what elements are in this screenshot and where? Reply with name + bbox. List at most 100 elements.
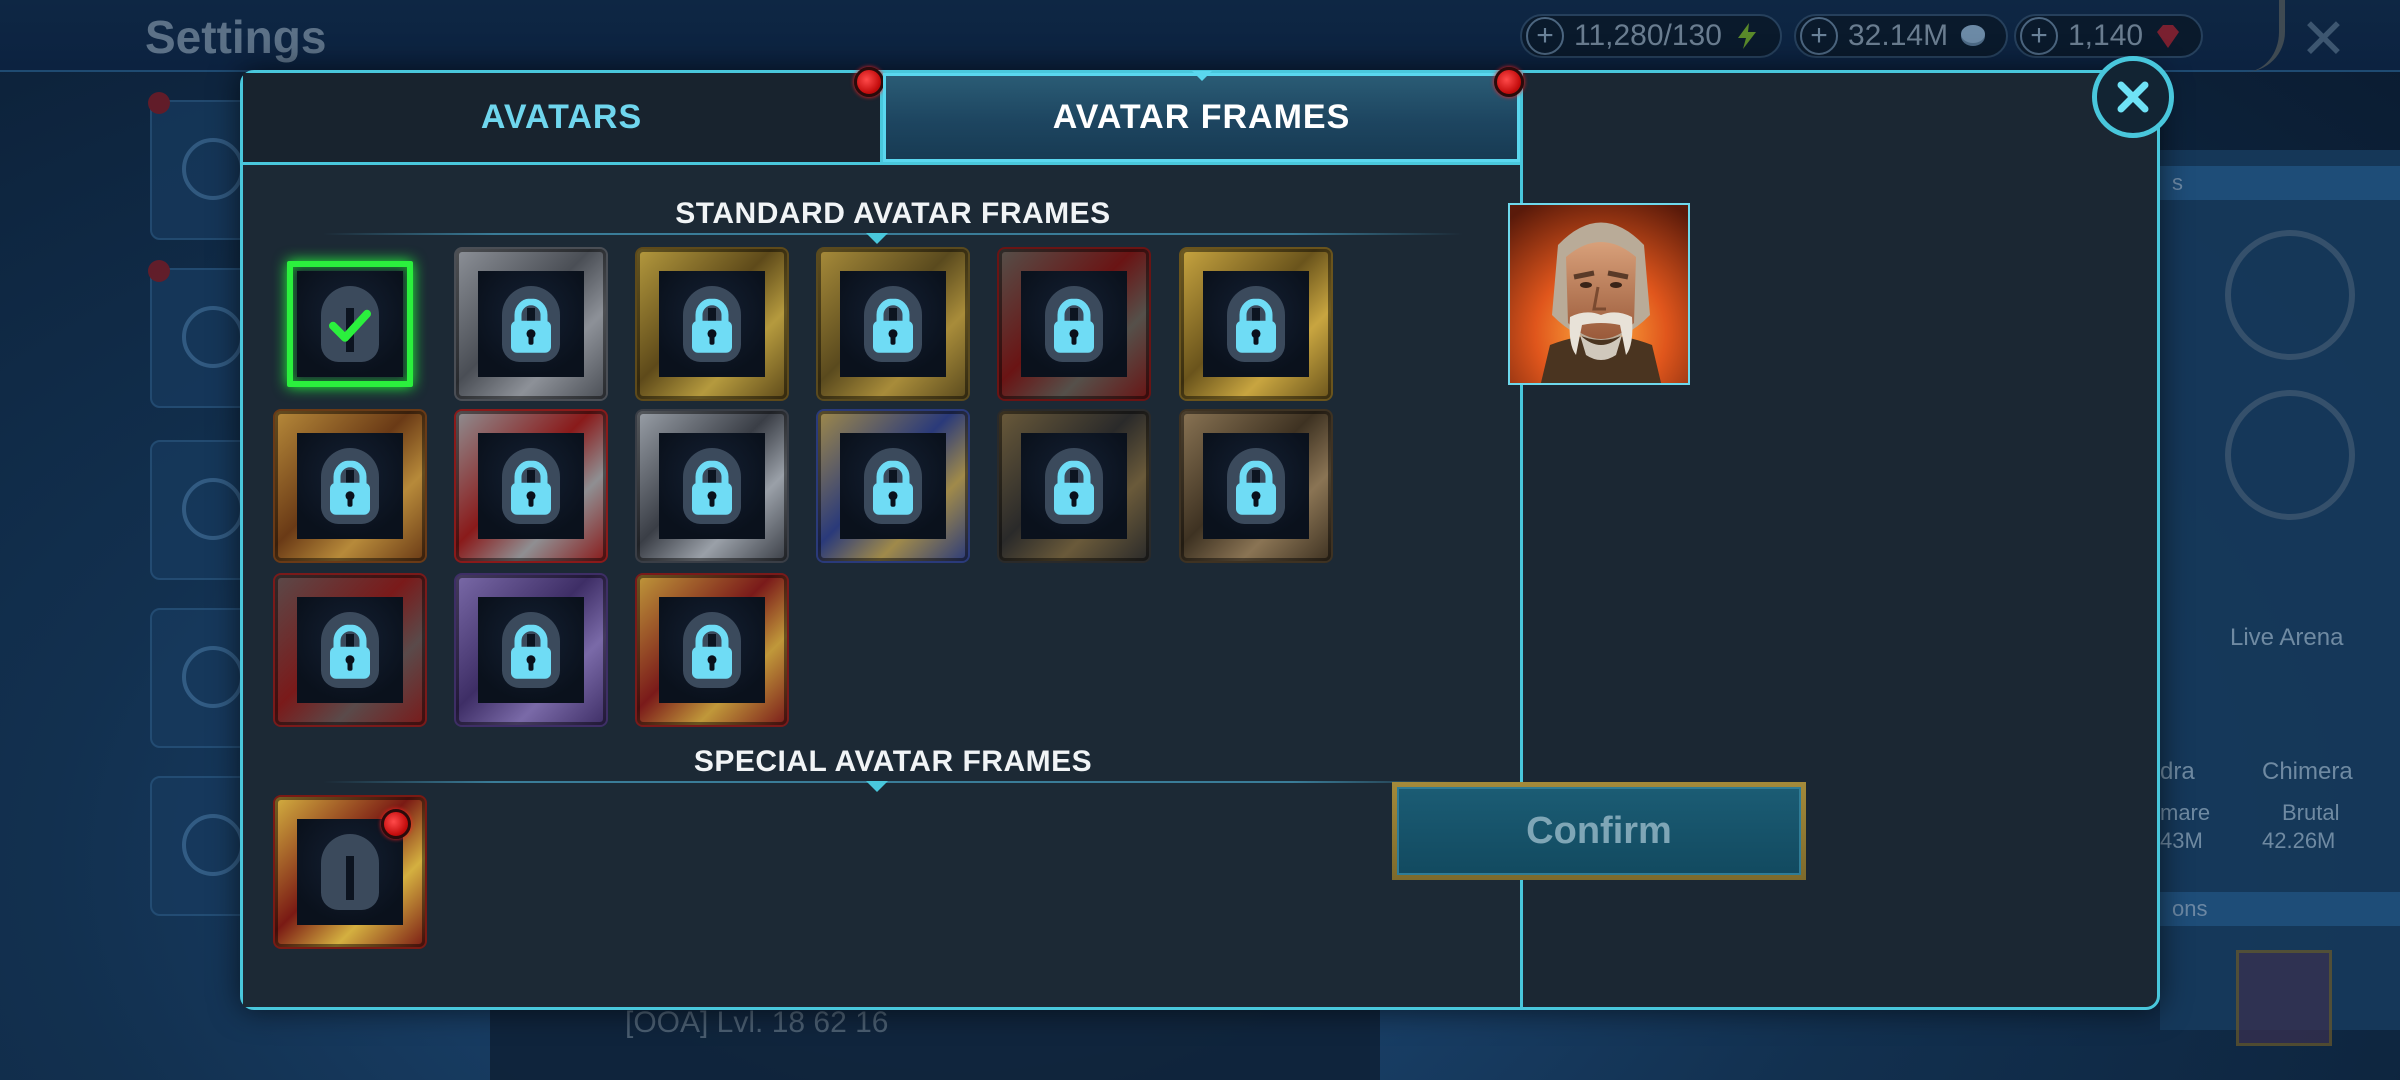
profile-icon [182, 306, 244, 368]
section-divider [323, 781, 1463, 783]
frame-gold-pillar[interactable] [275, 411, 425, 561]
gem-icon [2157, 25, 2180, 48]
close-icon [2117, 81, 2149, 113]
frame-inner [1203, 271, 1309, 377]
lock-icon [1236, 460, 1276, 515]
gear-icon [182, 478, 244, 540]
section-caret [866, 781, 888, 792]
tab-avatar-frames-label: AVATAR FRAMES [1052, 98, 1351, 136]
frame-inner [1203, 433, 1309, 539]
frame-dark-red-spike[interactable] [275, 575, 425, 725]
background-strip: s [2160, 166, 2400, 200]
lock-icon [692, 460, 732, 515]
frame-gold-vine[interactable] [818, 249, 968, 399]
background-clan-text: [OOA] Lvl. 18 62 16 [625, 1006, 889, 1039]
special-frames-title: SPECIAL AVATAR FRAMES [693, 745, 1093, 778]
special-frame-gold-laurel[interactable] [275, 797, 425, 947]
lock-icon [692, 624, 732, 679]
frame-red-banner[interactable] [456, 411, 606, 561]
lock-icon [1054, 460, 1094, 515]
notification-dot [1494, 67, 1524, 97]
frame-inner [478, 271, 584, 377]
chimera-difficulty: Brutal [2282, 800, 2340, 825]
silver-icon [1961, 25, 1986, 46]
frame-inner [297, 433, 403, 539]
confirm-button-label: Confirm [1397, 787, 1801, 875]
frame-inner [478, 597, 584, 703]
standard-frames-title: STANDARD AVATAR FRAMES [675, 197, 1111, 230]
tab-avatar-frames[interactable]: AVATAR FRAMES [883, 67, 1524, 165]
energy-icon [1737, 23, 1756, 49]
lock-icon [873, 298, 913, 353]
frame-inner [297, 597, 403, 703]
frame-silver-helmet[interactable] [456, 249, 606, 399]
tab-avatars[interactable]: AVATARS [243, 67, 884, 165]
add-energy-icon[interactable]: + [1526, 17, 1564, 55]
add-silver-icon[interactable]: + [1800, 17, 1838, 55]
frame-silver-wing[interactable] [637, 411, 787, 561]
add-gem-icon[interactable]: + [2020, 17, 2058, 55]
lock-icon [511, 298, 551, 353]
frames-panel: AVATARS AVATAR FRAMES STANDARD AVATAR FR… [243, 67, 1524, 1007]
chimera-damage: 42.26M [2262, 828, 2336, 853]
hydra-label: dra [2160, 758, 2195, 785]
lock-icon [1236, 298, 1276, 353]
avatar-preview [1508, 203, 1690, 385]
frame-inner [1021, 271, 1127, 377]
gem-value: 1,140 [2068, 19, 2144, 52]
chimera-label: Chimera [2262, 758, 2353, 785]
lock-icon [1054, 298, 1094, 353]
frame-inner [840, 271, 946, 377]
settings-close-icon[interactable]: ✕ [2300, 6, 2347, 72]
tab-bar: AVATARS AVATAR FRAMES [243, 67, 1524, 165]
lock-icon [511, 624, 551, 679]
background-emblem-bottom [2225, 390, 2355, 520]
globe-icon [182, 814, 244, 876]
frame-plain[interactable] [287, 261, 413, 387]
frame-inner [659, 597, 765, 703]
live-arena-label: Live Arena [2230, 624, 2344, 651]
silver-value: 32.14M [1848, 19, 1949, 52]
frame-dark-red-chain[interactable] [999, 249, 1149, 399]
notification-dot [381, 809, 411, 839]
close-modal-button[interactable] [2092, 56, 2174, 138]
energy-counter[interactable]: + 11,280/130 [1520, 14, 1782, 58]
frame-red-castle[interactable] [637, 575, 787, 725]
active-tab-notch [1191, 71, 1212, 81]
section-divider [323, 233, 1463, 235]
lock-icon [692, 298, 732, 353]
lock-icon [511, 460, 551, 515]
frame-inner [659, 433, 765, 539]
frame-gold-spike[interactable] [1181, 249, 1331, 399]
background-strip-2: ons [2160, 892, 2400, 926]
lock-icon [330, 460, 370, 515]
hydra-difficulty: mare [2160, 800, 2211, 825]
frame-gold-emerald[interactable] [637, 249, 787, 399]
lock-icon [330, 624, 370, 679]
silver-counter[interactable]: + 32.14M [1794, 14, 2009, 58]
gem-counter[interactable]: + 1,140 [2014, 14, 2204, 58]
frame-inner [840, 433, 946, 539]
checkmark-icon [329, 309, 371, 342]
frame-inner [659, 271, 765, 377]
settings-title: Settings [145, 11, 327, 63]
avatar-frame-modal: AVATARS AVATAR FRAMES STANDARD AVATAR FR… [240, 67, 2160, 1010]
warrior-portrait-image [1510, 205, 1688, 383]
frame-purple-gate[interactable] [456, 575, 606, 725]
lock-icon [873, 460, 913, 515]
notification-dot [854, 67, 884, 97]
confirm-button[interactable]: Confirm [1392, 782, 1806, 880]
tab-avatars-label: AVATARS [480, 98, 643, 136]
frame-blue-wing[interactable] [818, 411, 968, 561]
frame-inner [297, 271, 403, 377]
frame-bronze-skull[interactable] [1181, 411, 1331, 561]
avatar-icon [182, 138, 244, 200]
frame-chain-scroll[interactable] [999, 411, 1149, 561]
background-emblem-top [2225, 230, 2355, 360]
info-icon [182, 646, 244, 708]
background-portrait [2236, 950, 2332, 1046]
helmet-icon [321, 834, 379, 910]
section-caret [866, 233, 888, 244]
hydra-damage: 43M [2160, 828, 2203, 853]
energy-value: 11,280/130 [1574, 19, 1722, 52]
